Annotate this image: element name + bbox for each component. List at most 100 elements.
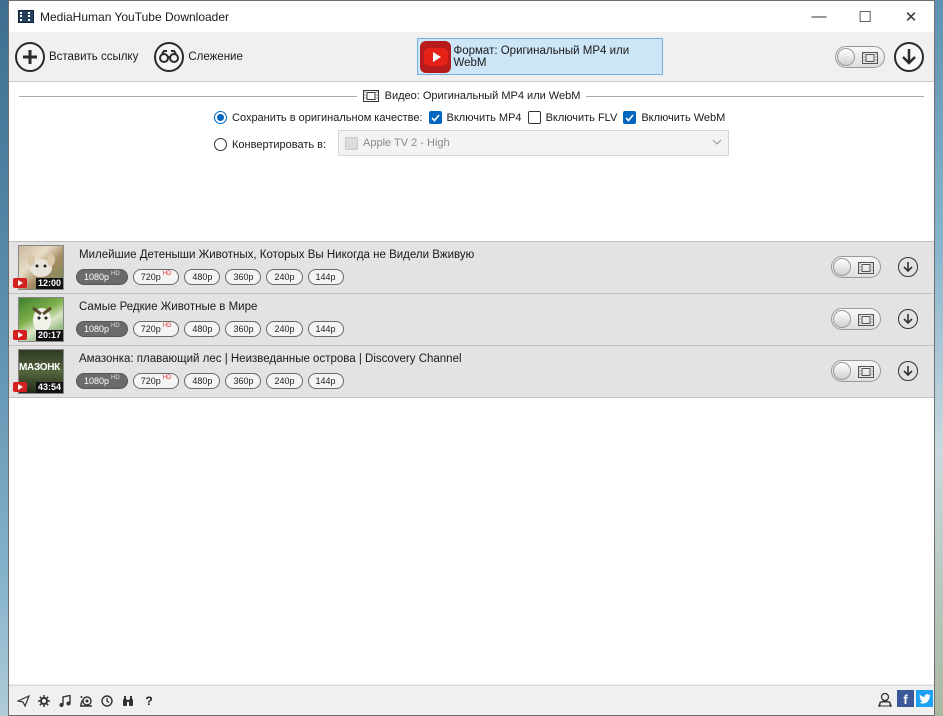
facebook-icon[interactable]: f [897,690,914,707]
paste-link-button[interactable]: Вставить ссылку [15,37,138,77]
convert-row: Конвертировать в: [214,138,326,151]
youtube-icon [13,382,27,392]
download-arrow-icon [903,366,913,377]
video-row[interactable]: МАЗОНК 43:54 Амазонка: плавающий лес | Н… [9,346,934,398]
quality-360p[interactable]: 360p [225,373,262,389]
quality-360p[interactable]: 360p [225,269,262,285]
format-button[interactable]: Формат: Оригинальный MP4 или WebM [417,38,663,75]
toolbar: Вставить ссылку Слежение Формат: Оригина… [9,32,934,82]
tracking-button[interactable]: Слежение [154,37,243,77]
youtube-icon [13,278,27,288]
film-icon [858,314,874,326]
support-icon[interactable] [875,690,895,710]
clock-icon[interactable] [97,691,117,711]
row-download-button[interactable] [898,257,918,277]
paste-link-label: Вставить ссылку [49,50,139,63]
row-download-button[interactable] [898,309,918,329]
title-bar: MediaHuman YouTube Downloader — ☐ ✕ [9,1,934,32]
include-mp4-checkbox[interactable] [428,111,442,124]
device-icon [345,136,358,150]
quality-144p[interactable]: 144p [307,373,344,389]
include-flv-label: Включить FLV [545,111,618,124]
gear-icon[interactable] [34,691,54,711]
quality-480p[interactable]: 480p [184,373,221,389]
snail-icon[interactable] [76,691,96,711]
section-title-text: Видео: Оригинальный MP4 или WebM [384,90,581,102]
quality-240p[interactable]: 240p [266,373,303,389]
twitter-icon[interactable] [916,690,933,707]
quality-144p[interactable]: 144p [307,321,344,337]
settings-section-header: Видео: Оригинальный MP4 или WebM [19,89,925,103]
binoculars-icon [154,41,185,72]
app-film-icon [18,10,34,23]
send-icon[interactable] [13,691,33,711]
video-mode-toggle[interactable] [835,46,885,68]
download-arrow-icon [902,49,916,65]
status-bar: ? f [9,685,934,715]
quality-480p[interactable]: 480p [184,269,221,285]
save-original-radio[interactable] [214,111,227,124]
convert-radio[interactable] [214,138,227,151]
download-arrow-icon [903,314,913,325]
video-duration: 12:00 [35,278,63,289]
row-mode-toggle[interactable] [831,308,881,330]
row-mode-toggle[interactable] [831,256,881,278]
format-settings-panel: Видео: Оригинальный MP4 или WebM Сохрани… [9,82,934,242]
film-icon [858,366,874,378]
download-arrow-icon [903,262,913,273]
convert-preset-select[interactable]: Apple TV 2 - High [338,130,729,156]
quality-options: 1080p HD 720p HD 480p 360p 240p 144p [76,269,349,285]
film-icon [362,90,379,102]
binoculars-icon[interactable] [118,691,138,711]
film-icon [858,262,874,274]
youtube-icon [420,40,452,73]
tracking-label: Слежение [188,50,243,63]
section-title: Видео: Оригинальный MP4 или WebM [357,90,587,102]
format-label: Формат: Оригинальный MP4 или WebM [453,44,630,69]
window-controls: — ☐ ✕ [796,1,934,32]
quality-1080p[interactable]: 1080p HD [76,321,128,337]
app-window: MediaHuman YouTube Downloader — ☐ ✕ Вста… [8,0,935,716]
divider-left [19,95,357,97]
close-button[interactable]: ✕ [888,1,934,32]
row-download-button[interactable] [898,361,918,381]
quality-240p[interactable]: 240p [266,269,303,285]
convert-preset-value: Apple TV 2 - High [363,137,450,149]
toggle-knob [833,362,851,380]
download-all-button[interactable] [894,42,924,72]
help-icon[interactable]: ? [139,691,159,711]
include-mp4-label: Включить MP4 [446,111,522,124]
window-title: MediaHuman YouTube Downloader [40,9,230,24]
quality-1080p[interactable]: 1080p HD [76,269,128,285]
quality-1080p[interactable]: 1080p HD [76,373,128,389]
save-original-row: Сохранить в оригинальном качестве: Включ… [214,111,725,124]
quality-options: 1080p HD 720p HD 480p 360p 240p 144p [76,373,349,389]
quality-720p[interactable]: 720p HD [132,321,180,337]
quality-480p[interactable]: 480p [184,321,221,337]
row-mode-toggle[interactable] [831,360,881,382]
chevron-down-icon [712,139,722,145]
quality-240p[interactable]: 240p [266,321,303,337]
maximize-button[interactable]: ☐ [842,1,888,32]
plus-icon [15,41,45,72]
video-duration: 20:17 [35,330,63,341]
video-list: 12:00 Милейшие Детеныши Животных, Которы… [9,242,934,684]
quality-options: 1080p HD 720p HD 480p 360p 240p 144p [76,321,349,337]
quality-720p[interactable]: 720p HD [132,373,180,389]
quality-144p[interactable]: 144p [307,269,344,285]
video-row[interactable]: 20:17 Самые Редкие Животные в Мире 1080p… [9,294,934,346]
include-flv-checkbox[interactable] [527,111,541,124]
thumbnail-text: МАЗОНК [19,362,60,373]
status-bar-tools: ? [12,691,159,711]
status-bar-social: f [874,690,933,710]
quality-720p[interactable]: 720p HD [132,269,180,285]
include-webm-checkbox[interactable] [623,111,637,124]
divider-right [586,95,925,97]
toggle-knob [833,258,851,276]
convert-label: Конвертировать в: [232,138,327,151]
video-row[interactable]: 12:00 Милейшие Детеныши Животных, Которы… [9,242,934,294]
minimize-button[interactable]: — [796,1,842,32]
music-icon[interactable] [55,691,75,711]
quality-360p[interactable]: 360p [225,321,262,337]
video-duration: 43:54 [35,382,63,393]
